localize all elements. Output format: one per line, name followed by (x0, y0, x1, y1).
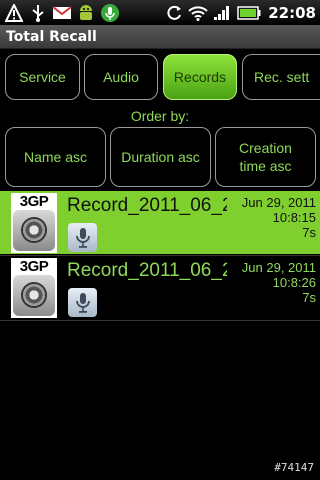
tab-records[interactable]: Records (163, 54, 237, 100)
sort-duration-asc-button[interactable]: Duration asc (110, 127, 211, 187)
record-name: Record_2011_06_29 (67, 195, 227, 216)
battery-icon (236, 3, 262, 23)
record-date: Jun 29, 2011 (241, 195, 316, 210)
sort-buttons: Name asc Duration asc Creation time asc (0, 127, 320, 189)
tab-audio[interactable]: Audio (84, 54, 158, 100)
record-time: 10:8:26 (272, 275, 316, 290)
speaker-icon (13, 275, 55, 316)
sort-name-asc-button[interactable]: Name asc (5, 127, 106, 187)
microphone-icon (68, 223, 97, 252)
signal-icon (212, 3, 232, 23)
sort-duration-asc-label: Duration asc (121, 149, 200, 165)
sort-name-asc-label: Name asc (23, 149, 88, 165)
clock: 22:08 (268, 3, 316, 22)
file-format-label: 3GP (19, 193, 49, 210)
title-bar: Total Recall (0, 25, 320, 49)
gmail-icon (52, 3, 72, 23)
sync-icon (164, 3, 184, 23)
audio-file-icon: 3GP (11, 258, 57, 318)
sort-creation-time-asc-button[interactable]: Creation time asc (215, 127, 316, 187)
record-meta: Jun 29, 2011 10:8:26 7s (242, 260, 316, 305)
mic-icon (100, 3, 120, 23)
record-time: 10:8:15 (272, 210, 316, 225)
warning-icon (4, 3, 24, 23)
android-icon (76, 3, 96, 23)
status-bar: 22:08 (0, 0, 320, 25)
file-format-label: 3GP (19, 258, 49, 275)
sort-creation-label-line1: Creation (239, 140, 292, 156)
tab-rec-settings[interactable]: Rec. sett (242, 54, 320, 100)
order-by-label: Order by: (130, 108, 190, 124)
list-item[interactable]: 3GP Record_2011_06_29 Jun 29, 2011 10:8:… (0, 191, 320, 254)
record-meta: Jun 29, 2011 10:8:15 7s (242, 195, 316, 240)
record-date: Jun 29, 2011 (241, 260, 316, 275)
tab-bar: Service Audio Records Rec. sett (0, 54, 320, 102)
record-duration: 7s (302, 290, 316, 305)
tab-service[interactable]: Service (5, 54, 80, 100)
microphone-icon (68, 288, 97, 317)
app-title: Total Recall (6, 28, 97, 45)
speaker-icon (13, 210, 55, 251)
usb-icon (28, 3, 48, 23)
record-duration: 7s (302, 225, 316, 240)
record-name: Record_2011_06_29 (67, 260, 227, 281)
audio-file-icon: 3GP (11, 193, 57, 253)
list-item[interactable]: 3GP Record_2011_06_29 Jun 29, 2011 10:8:… (0, 256, 320, 319)
sort-creation-label-line2: time asc (239, 158, 292, 174)
divider (0, 320, 320, 321)
screenshot-id: #74147 (274, 461, 314, 474)
wifi-icon (188, 3, 208, 23)
